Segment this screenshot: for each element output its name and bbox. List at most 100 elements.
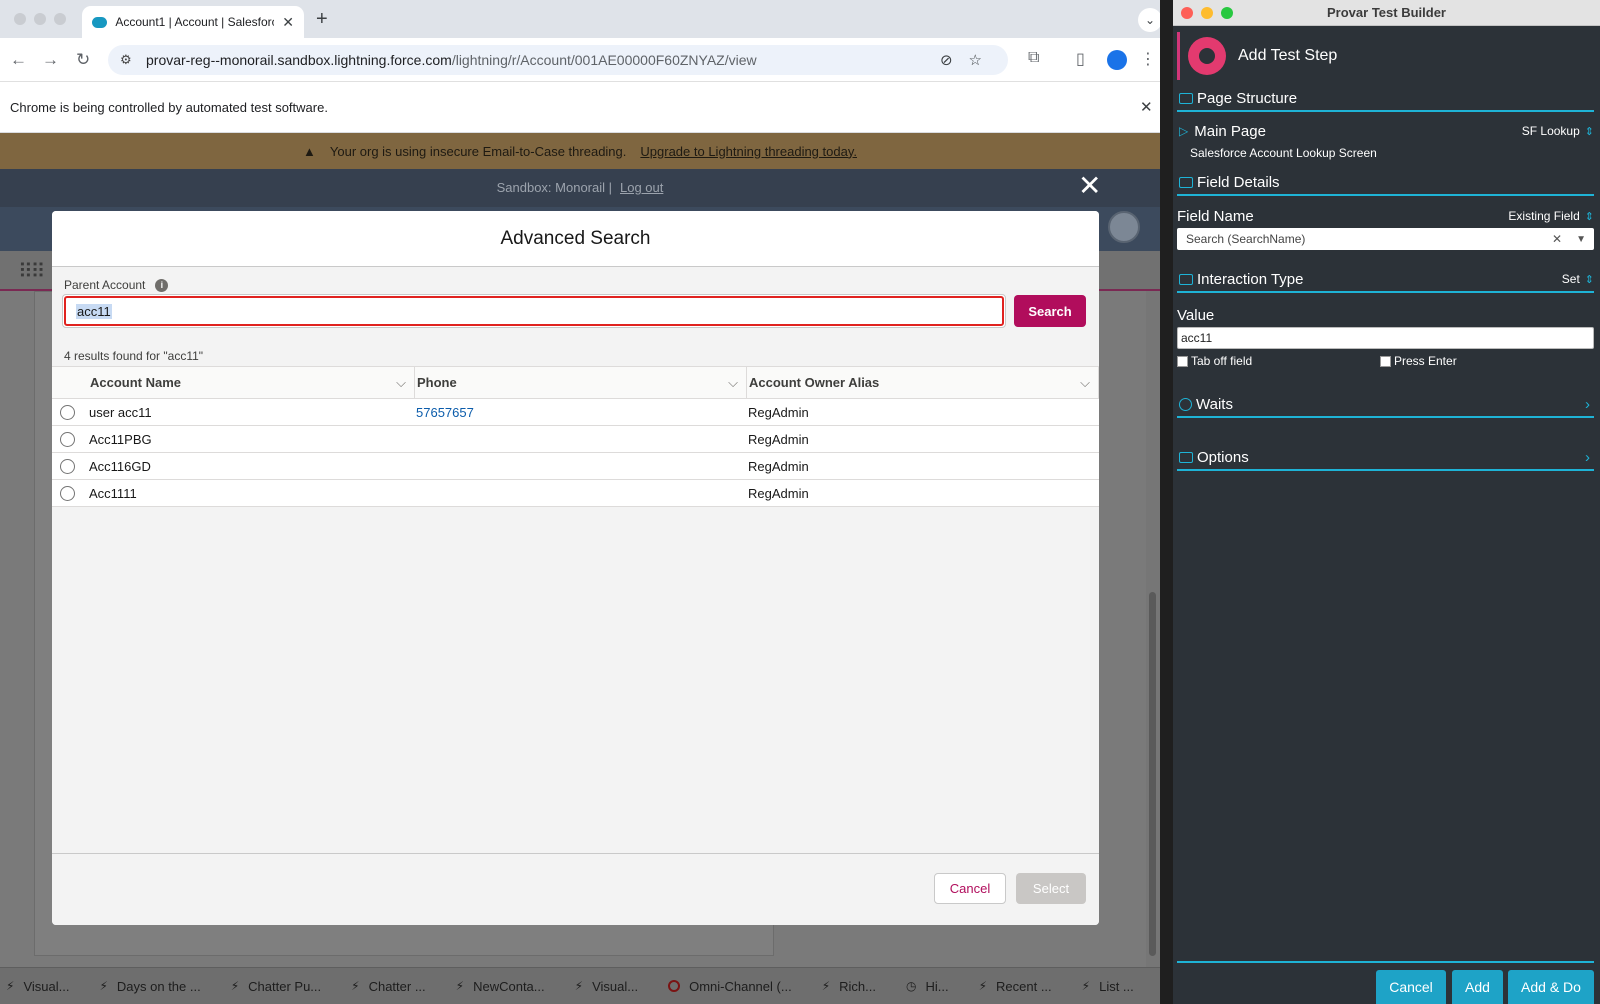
utility-item[interactable]: ⚡ Chatter ...	[351, 979, 426, 994]
browser-tab-account1[interactable]: Account1 | Account | Salesforce ✕	[82, 6, 304, 38]
chevron-right-icon[interactable]: ›	[1585, 396, 1590, 413]
gear-logo-icon	[1188, 37, 1226, 75]
logout-link[interactable]: Log out	[620, 180, 663, 195]
page-type-selector[interactable]: SF Lookup ⇕	[1522, 124, 1594, 138]
warning-icon: ▲	[303, 143, 316, 159]
utility-item[interactable]: ⚡ Visual...	[6, 979, 69, 994]
infobar-close-icon[interactable]: ✕	[1140, 98, 1153, 116]
monitor-icon	[1179, 451, 1193, 463]
utility-bar: ⚡ Visual... ⚡ Days on the ... ⚡ Chatter Pu...…	[0, 967, 1160, 1004]
user-avatar[interactable]	[1108, 211, 1140, 243]
app-launcher-icon[interactable]: ⠿⠿	[18, 259, 45, 284]
tab-search-chevron-icon[interactable]: ⌄	[1138, 8, 1160, 32]
chevron-right-icon[interactable]: ›	[1585, 449, 1590, 466]
modal-close-icon[interactable]: ✕	[1078, 172, 1101, 200]
extensions-icon[interactable]: ⧉	[1028, 49, 1039, 67]
tab-title: Account1 | Account | Salesforce	[115, 15, 275, 29]
utility-item[interactable]: ⚡ Recent ...	[979, 979, 1052, 994]
zoom-window-icon[interactable]	[54, 13, 66, 25]
kebab-menu-icon[interactable]: ⋮	[1140, 49, 1156, 69]
utility-item[interactable]: Omni-Channel (...	[668, 979, 792, 994]
omni-channel-icon	[668, 980, 681, 992]
column-header-account-owner-alias[interactable]: Account Owner Alias ⌵	[747, 367, 1099, 398]
search-input-value: acc11	[76, 304, 112, 319]
chevron-down-icon[interactable]: ⌵	[1080, 375, 1090, 391]
table-row[interactable]: Acc116GD RegAdmin	[52, 453, 1099, 480]
interaction-type-section: Interaction Type Set ⇕	[1177, 267, 1594, 293]
utility-item-label: NewConta...	[473, 978, 545, 994]
back-icon[interactable]: ←	[10, 50, 27, 70]
new-tab-icon[interactable]: +	[316, 8, 328, 31]
field-name-combobox[interactable]: Search (SearchName) ✕ ▼	[1177, 228, 1594, 250]
lightning-icon: ⚡	[230, 979, 240, 993]
tab-close-icon[interactable]: ✕	[282, 14, 294, 31]
reload-icon[interactable]: ↻	[76, 50, 90, 70]
forward-icon[interactable]: →	[42, 50, 59, 70]
dropdown-triangle-icon[interactable]: ▼	[1576, 234, 1586, 245]
column-header-phone[interactable]: Phone ⌵	[415, 367, 747, 398]
utility-item[interactable]: ⚡ List ...	[1082, 979, 1134, 994]
monitor-icon	[1179, 176, 1193, 188]
table-row[interactable]: user acc11 57657657 RegAdmin	[52, 399, 1099, 426]
utility-item[interactable]: ⚡ NewConta...	[456, 979, 545, 994]
utility-item-label: List ...	[1099, 978, 1134, 994]
expand-triangle-icon[interactable]: ▷	[1179, 124, 1188, 138]
close-window-icon[interactable]	[14, 13, 26, 25]
provar-cancel-button[interactable]: Cancel	[1376, 970, 1446, 1004]
info-icon[interactable]: i	[155, 278, 169, 292]
bookmark-star-icon[interactable]: ☆	[969, 51, 982, 69]
up-down-chevron-icon: ⇕	[1584, 210, 1594, 223]
field-mode-selector[interactable]: Existing Field ⇕	[1508, 209, 1594, 223]
utility-item-label: Visual...	[592, 978, 639, 994]
page-scrollbar-thumb[interactable]	[1149, 592, 1156, 956]
chevron-down-icon[interactable]: ⌵	[728, 375, 738, 391]
modal-select-button[interactable]: Select	[1016, 873, 1086, 904]
row-radio[interactable]	[60, 485, 75, 501]
utility-item[interactable]: ⚡ Visual...	[575, 979, 638, 994]
table-row[interactable]: Acc11PBG RegAdmin	[52, 426, 1099, 453]
waits-section[interactable]: Waits ›	[1177, 392, 1594, 418]
utility-item[interactable]: ⚡ Chatter Pu...	[231, 979, 321, 994]
url-text: provar-reg--monorail.sandbox.lightning.f…	[146, 52, 757, 68]
main-page-subtitle: Salesforce Account Lookup Screen	[1190, 146, 1377, 160]
automation-infobar: Chrome is being controlled by automated …	[0, 82, 1160, 133]
modal-cancel-button[interactable]: Cancel	[934, 873, 1006, 904]
interaction-type-selector[interactable]: Set ⇕	[1562, 272, 1594, 286]
table-row[interactable]: Acc1111 RegAdmin	[52, 480, 1099, 507]
profile-avatar-icon[interactable]	[1107, 50, 1127, 70]
provar-add-button[interactable]: Add	[1452, 970, 1503, 1004]
results-table-body: user acc11 57657657 RegAdmin Acc11PBG RegAdm…	[52, 399, 1099, 507]
cell-name: user acc11	[89, 404, 152, 420]
address-bar[interactable]: ⚙ provar-reg--monorail.sandbox.lightning…	[108, 45, 1008, 75]
row-radio[interactable]	[60, 431, 75, 447]
utility-item[interactable]: ⚡ Rich...	[822, 979, 876, 994]
salesforce-favicon-icon	[92, 16, 108, 28]
field-name-label: Field Name	[1177, 207, 1254, 225]
utility-item[interactable]: ⚡ Days on the ...	[99, 979, 200, 994]
search-button[interactable]: Search	[1014, 295, 1086, 327]
parent-account-search-input[interactable]	[64, 296, 1004, 326]
options-section[interactable]: Options ›	[1177, 445, 1594, 471]
parent-account-search-wrapper: acc11	[62, 294, 1006, 328]
tab-off-field-checkbox[interactable]: Tab off field	[1177, 354, 1252, 368]
browser-toolbar: ← → ↻ ⚙ provar-reg--monorail.sandbox.lig…	[0, 38, 1160, 82]
chevron-down-icon[interactable]: ⌵	[396, 375, 406, 391]
value-input[interactable]	[1177, 327, 1594, 349]
clear-icon[interactable]: ✕	[1552, 232, 1562, 246]
column-header-account-name[interactable]: Account Name ⌵	[88, 367, 415, 398]
press-enter-checkbox[interactable]: Press Enter	[1380, 354, 1457, 368]
value-row: Value	[1177, 304, 1594, 326]
upgrade-threading-link[interactable]: Upgrade to Lightning threading today.	[640, 144, 857, 159]
modal-footer: Cancel Select	[52, 853, 1099, 925]
main-page-row[interactable]: ▷ Main Page SF Lookup ⇕	[1177, 120, 1594, 142]
minimize-window-icon[interactable]	[34, 13, 46, 25]
eye-off-icon[interactable]: ⊘	[940, 51, 953, 69]
site-settings-icon[interactable]: ⚙	[120, 52, 134, 68]
side-panel-icon[interactable]: ▯	[1076, 49, 1085, 69]
cell-phone[interactable]: 57657657	[414, 405, 746, 420]
modal-title: Advanced Search	[52, 211, 1099, 267]
utility-item[interactable]: ◷ Hi...	[906, 979, 949, 994]
provar-add-and-do-button[interactable]: Add & Do	[1508, 970, 1594, 1004]
row-radio[interactable]	[60, 404, 75, 420]
row-radio[interactable]	[60, 458, 75, 474]
